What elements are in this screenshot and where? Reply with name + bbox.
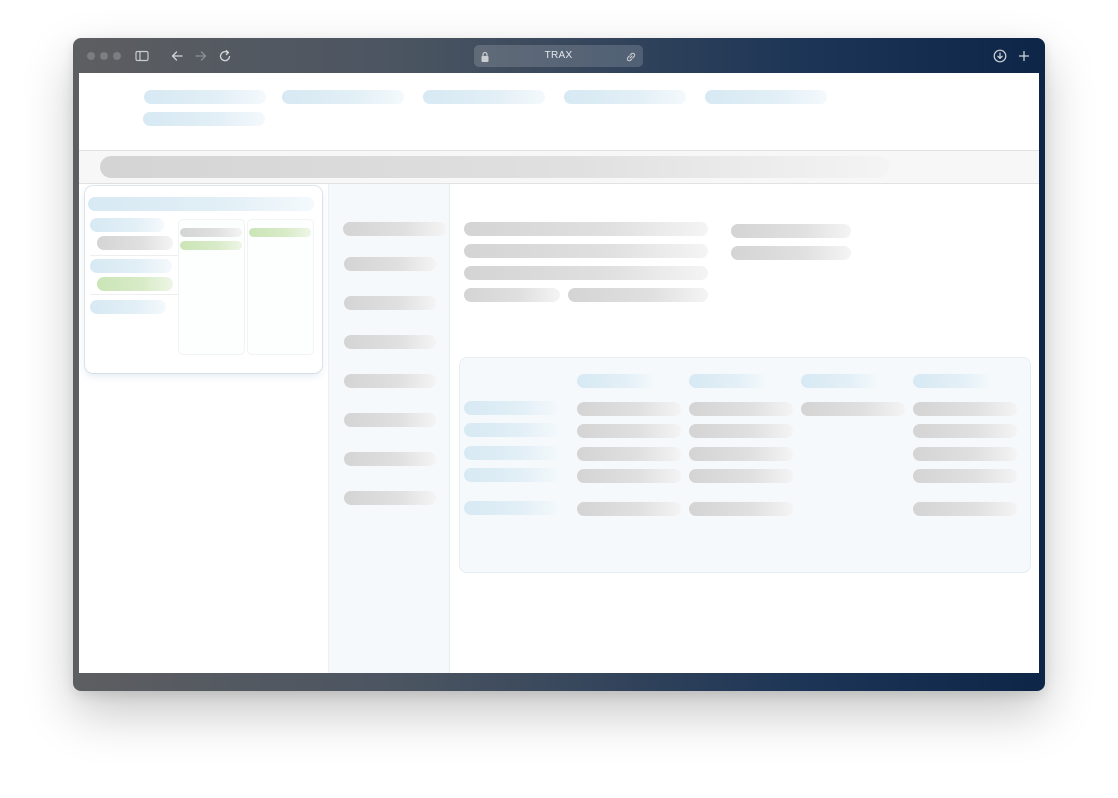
search-bar-area [79, 150, 1039, 184]
group-label-placeholder[interactable] [90, 218, 164, 232]
table-cell-placeholder [689, 424, 793, 438]
column-header-placeholder[interactable] [913, 374, 991, 388]
nav-item-placeholder[interactable] [282, 90, 404, 104]
nav-item-placeholder[interactable] [144, 90, 266, 104]
nav-item-placeholder[interactable] [423, 90, 545, 104]
row-label-placeholder [464, 468, 560, 482]
list-item-placeholder[interactable] [344, 491, 436, 505]
option-selected-placeholder[interactable] [249, 228, 311, 237]
panel-title-placeholder [88, 197, 314, 211]
table-cell-placeholder [577, 402, 681, 416]
detail-line-placeholder [464, 222, 708, 236]
page-viewport [79, 73, 1039, 673]
row-label-placeholder [464, 446, 560, 460]
table-cell-placeholder [801, 402, 905, 416]
list-item-placeholder[interactable] [344, 374, 436, 388]
row-label-placeholder [464, 501, 560, 515]
address-text: TRAX [544, 50, 573, 61]
reload-icon[interactable] [217, 48, 233, 64]
browser-window: TRAX [73, 38, 1045, 691]
detail-line-placeholder [464, 244, 708, 258]
table-cell-placeholder [689, 502, 793, 516]
table-cell-placeholder [577, 469, 681, 483]
group-label-placeholder[interactable] [90, 300, 166, 314]
table-cell-placeholder [913, 447, 1017, 461]
nav-item-placeholder[interactable] [564, 90, 686, 104]
panel-subcolumn [178, 219, 245, 355]
forward-arrow-icon[interactable] [193, 48, 209, 64]
list-item-placeholder[interactable] [343, 222, 446, 236]
list-item-placeholder[interactable] [344, 335, 436, 349]
minimize-window-dot[interactable] [100, 52, 108, 60]
close-window-dot[interactable] [87, 52, 95, 60]
table-cell-placeholder [577, 447, 681, 461]
table-cell-placeholder [913, 469, 1017, 483]
back-arrow-icon[interactable] [169, 48, 185, 64]
list-item-placeholder[interactable] [344, 413, 436, 427]
nav-item-placeholder[interactable] [705, 90, 827, 104]
column-header-placeholder[interactable] [577, 374, 655, 388]
group-label-placeholder[interactable] [90, 259, 172, 273]
table-cell-placeholder [577, 424, 681, 438]
list-item-placeholder[interactable] [344, 452, 436, 466]
option-placeholder[interactable] [97, 236, 173, 250]
table-cell-placeholder [913, 402, 1017, 416]
row-label-placeholder [464, 401, 560, 415]
search-input-placeholder[interactable] [100, 156, 889, 178]
new-tab-icon[interactable] [1016, 48, 1032, 64]
table-cell-placeholder [689, 469, 793, 483]
table-cell-placeholder [577, 502, 681, 516]
table-cell-placeholder [689, 402, 793, 416]
table-cell-placeholder [913, 502, 1017, 516]
download-icon[interactable] [992, 48, 1008, 64]
detail-tag-placeholder [568, 288, 708, 302]
option-placeholder[interactable] [180, 228, 242, 237]
divider [90, 294, 178, 295]
list-item-placeholder[interactable] [344, 257, 436, 271]
side-list [328, 184, 450, 673]
detail-meta-placeholder [731, 246, 851, 260]
panel-subcolumn [247, 219, 314, 355]
divider [90, 255, 178, 256]
sidebar-toggle-icon[interactable] [134, 48, 150, 64]
top-navigation [79, 73, 1039, 150]
list-item-placeholder[interactable] [344, 296, 436, 310]
browser-titlebar: TRAX [73, 38, 1045, 73]
nav-item-placeholder[interactable] [143, 112, 265, 126]
column-header-placeholder[interactable] [689, 374, 767, 388]
filter-panel [85, 186, 322, 373]
link-icon[interactable] [625, 50, 637, 68]
option-selected-placeholder[interactable] [180, 241, 242, 250]
row-label-placeholder [464, 423, 560, 437]
table-cell-placeholder [689, 447, 793, 461]
option-selected-placeholder[interactable] [97, 277, 173, 291]
detail-line-placeholder [464, 266, 708, 280]
detail-tag-placeholder [464, 288, 560, 302]
table-cell-placeholder [913, 424, 1017, 438]
maximize-window-dot[interactable] [113, 52, 121, 60]
detail-meta-placeholder [731, 224, 851, 238]
data-table-card [459, 357, 1031, 573]
address-bar[interactable]: TRAX [474, 45, 643, 67]
column-header-placeholder[interactable] [801, 374, 879, 388]
